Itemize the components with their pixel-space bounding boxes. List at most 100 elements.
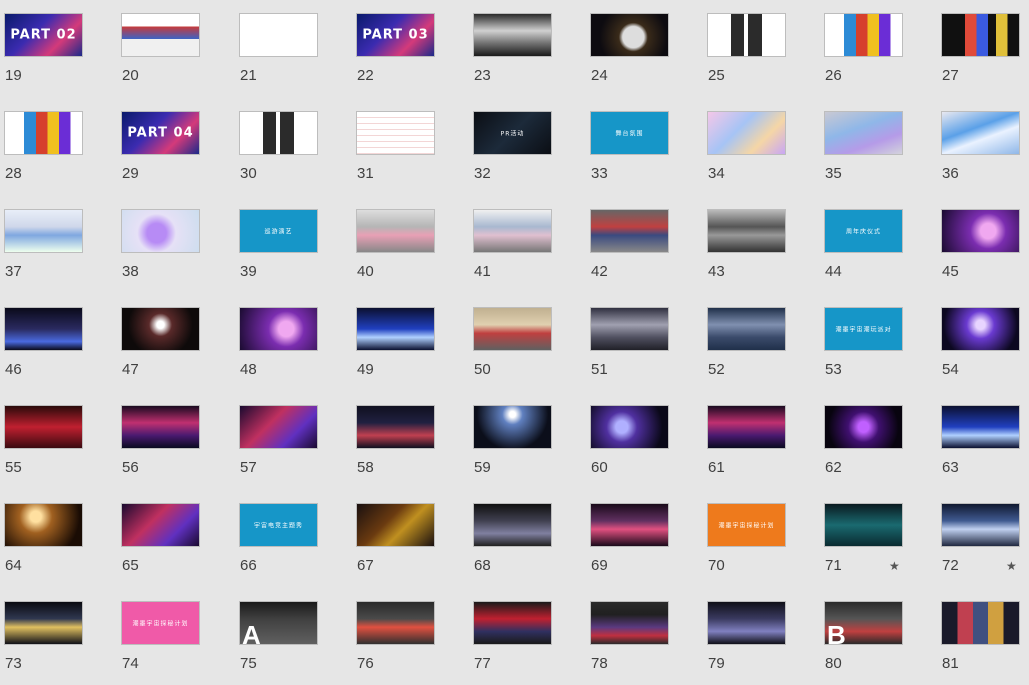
slide-thumbnail[interactable] <box>707 209 786 253</box>
slide-item[interactable]: 72 ★ <box>937 490 1029 580</box>
slide-item[interactable]: 36 <box>937 98 1029 188</box>
slide-thumbnail[interactable] <box>941 503 1020 547</box>
slide-thumbnail[interactable] <box>707 111 786 155</box>
slide-thumbnail[interactable] <box>4 601 83 645</box>
slide-item[interactable]: 68 <box>469 490 569 580</box>
slide-thumbnail[interactable] <box>356 209 435 253</box>
slide-item[interactable]: 45 <box>937 196 1029 286</box>
slide-thumbnail[interactable] <box>121 307 200 351</box>
slide-thumbnail[interactable] <box>356 601 435 645</box>
slide-thumbnail[interactable]: 潮墨宇宙探秘计划 <box>121 601 200 645</box>
slide-thumbnail[interactable] <box>4 405 83 449</box>
slide-thumbnail[interactable]: 潮墨宇宙潮玩派对 <box>824 307 903 351</box>
slide-thumbnail[interactable] <box>941 405 1020 449</box>
slide-thumbnail[interactable] <box>356 111 435 155</box>
slide-item[interactable]: 43 <box>703 196 803 286</box>
slide-item[interactable]: 77 <box>469 588 569 678</box>
slide-thumbnail[interactable] <box>707 405 786 449</box>
slide-item[interactable]: 舞台氛围 33 <box>586 98 686 188</box>
slide-thumbnail[interactable] <box>590 209 669 253</box>
slide-item[interactable]: 67 <box>352 490 452 580</box>
slide-thumbnail[interactable] <box>941 307 1020 351</box>
slide-thumbnail[interactable] <box>4 503 83 547</box>
slide-item[interactable]: 54 <box>937 294 1029 384</box>
slide-thumbnail[interactable] <box>941 209 1020 253</box>
slide-thumbnail[interactable] <box>707 601 786 645</box>
slide-item[interactable]: 56 <box>117 392 217 482</box>
slide-thumbnail[interactable] <box>473 13 552 57</box>
slide-thumbnail[interactable] <box>356 307 435 351</box>
slide-item[interactable]: 宇宙电竞主题秀 66 <box>235 490 335 580</box>
slide-thumbnail[interactable] <box>590 503 669 547</box>
slide-item[interactable]: 65 <box>117 490 217 580</box>
slide-thumbnail[interactable] <box>4 209 83 253</box>
slide-item[interactable]: 71 ★ <box>820 490 920 580</box>
slide-item[interactable]: 42 <box>586 196 686 286</box>
slide-item[interactable]: 28 <box>0 98 100 188</box>
slide-thumbnail[interactable] <box>824 405 903 449</box>
slide-item[interactable]: 21 <box>235 0 335 90</box>
slide-thumbnail[interactable] <box>590 601 669 645</box>
slide-item[interactable]: 潮墨宇宙探秘计划 70 <box>703 490 803 580</box>
slide-item[interactable]: 52 <box>703 294 803 384</box>
slide-thumbnail[interactable]: PART 02 <box>4 13 83 57</box>
slide-item[interactable]: A 75 <box>235 588 335 678</box>
slide-item[interactable]: 78 <box>586 588 686 678</box>
slide-item[interactable]: 81 <box>937 588 1029 678</box>
slide-thumbnail[interactable] <box>707 307 786 351</box>
slide-item[interactable]: 47 <box>117 294 217 384</box>
slide-item[interactable]: 63 <box>937 392 1029 482</box>
slide-thumbnail[interactable] <box>239 13 318 57</box>
slide-thumbnail[interactable] <box>473 209 552 253</box>
slide-item[interactable]: 73 <box>0 588 100 678</box>
slide-item[interactable]: 46 <box>0 294 100 384</box>
slide-item[interactable]: 62 <box>820 392 920 482</box>
slide-thumbnail[interactable] <box>473 601 552 645</box>
slide-thumbnail[interactable] <box>473 307 552 351</box>
slide-item[interactable]: 潮墨宇宙探秘计划 74 <box>117 588 217 678</box>
slide-thumbnail[interactable]: A <box>239 601 318 645</box>
slide-item[interactable]: 69 <box>586 490 686 580</box>
slide-item[interactable]: B 80 <box>820 588 920 678</box>
slide-thumbnail[interactable] <box>941 601 1020 645</box>
slide-item[interactable]: 34 <box>703 98 803 188</box>
slide-item[interactable]: 79 <box>703 588 803 678</box>
slide-thumbnail[interactable] <box>473 503 552 547</box>
slide-item[interactable]: 23 <box>469 0 569 90</box>
slide-item[interactable]: 潮墨宇宙潮玩派对 53 <box>820 294 920 384</box>
slide-item[interactable]: 40 <box>352 196 452 286</box>
slide-item[interactable]: 55 <box>0 392 100 482</box>
slide-item[interactable]: 57 <box>235 392 335 482</box>
slide-item[interactable]: 27 <box>937 0 1029 90</box>
slide-item[interactable]: 48 <box>235 294 335 384</box>
slide-item[interactable]: 49 <box>352 294 452 384</box>
slide-item[interactable]: 24 <box>586 0 686 90</box>
slide-thumbnail[interactable]: 宇宙电竞主题秀 <box>239 503 318 547</box>
slide-item[interactable]: 60 <box>586 392 686 482</box>
slide-thumbnail[interactable] <box>941 111 1020 155</box>
slide-item[interactable]: 巡游演艺 39 <box>235 196 335 286</box>
slide-thumbnail[interactable]: 周年庆仪式 <box>824 209 903 253</box>
slide-item[interactable]: 周年庆仪式 44 <box>820 196 920 286</box>
slide-thumbnail[interactable] <box>824 111 903 155</box>
slide-item[interactable]: 50 <box>469 294 569 384</box>
slide-thumbnail[interactable] <box>121 13 200 57</box>
slide-thumbnail[interactable]: B <box>824 601 903 645</box>
slide-item[interactable]: 58 <box>352 392 452 482</box>
slide-item[interactable]: 25 <box>703 0 803 90</box>
slide-thumbnail[interactable]: 潮墨宇宙探秘计划 <box>707 503 786 547</box>
slide-thumbnail[interactable] <box>121 209 200 253</box>
slide-item[interactable]: 37 <box>0 196 100 286</box>
slide-thumbnail[interactable] <box>941 13 1020 57</box>
slide-item[interactable]: 26 <box>820 0 920 90</box>
slide-thumbnail[interactable]: PART 04 <box>121 111 200 155</box>
slide-thumbnail[interactable] <box>356 503 435 547</box>
slide-item[interactable]: 20 <box>117 0 217 90</box>
slide-item[interactable]: 51 <box>586 294 686 384</box>
slide-thumbnail[interactable] <box>824 13 903 57</box>
slide-thumbnail[interactable] <box>121 503 200 547</box>
slide-thumbnail[interactable]: 舞台氛围 <box>590 111 669 155</box>
slide-thumbnail[interactable] <box>4 111 83 155</box>
slide-thumbnail[interactable] <box>590 307 669 351</box>
slide-thumbnail[interactable] <box>707 13 786 57</box>
